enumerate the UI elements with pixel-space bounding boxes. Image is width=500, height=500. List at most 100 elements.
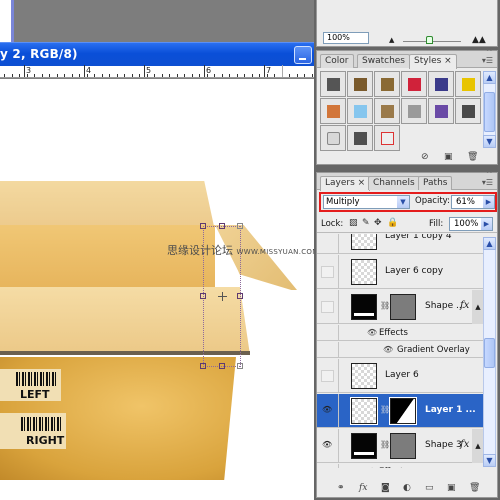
transform-handle[interactable]: [219, 363, 225, 369]
link-icon[interactable]: ⚭: [337, 483, 345, 493]
style-swatch-red-outline[interactable]: [374, 125, 400, 151]
styles-scrollbar[interactable]: ▲ ▼: [483, 71, 496, 148]
layer-row[interactable]: Layer 6 copy: [317, 255, 484, 289]
tab-paths[interactable]: Paths: [418, 176, 453, 190]
visibility-cell[interactable]: [317, 234, 339, 253]
style-swatch-purple[interactable]: [428, 98, 454, 124]
visibility-cell[interactable]: 👁: [317, 429, 339, 462]
lock-brush-icon[interactable]: ✎: [362, 218, 370, 228]
zoom-slider-thumb[interactable]: [426, 36, 434, 44]
style-swatch-light-blue[interactable]: [347, 98, 373, 124]
style-swatch-speckle[interactable]: [401, 98, 427, 124]
lock-move-icon[interactable]: ✥: [374, 218, 382, 228]
scroll-thumb[interactable]: [484, 92, 495, 132]
effect-item[interactable]: 👁 Gradient Overlay: [317, 342, 484, 358]
chevron-right-icon[interactable]: ▶: [483, 196, 494, 208]
tab-close-icon[interactable]: ×: [358, 178, 366, 188]
visibility-toggle[interactable]: [321, 266, 334, 278]
zoom-in-icon[interactable]: ▲▲: [472, 35, 486, 45]
fill-input[interactable]: 100% ▶: [449, 217, 493, 231]
lock-all-icon[interactable]: 🔒: [387, 218, 398, 228]
visibility-cell[interactable]: [317, 359, 339, 392]
trash-icon[interactable]: 🗑: [467, 152, 478, 162]
horizontal-ruler[interactable]: 3 4 5 6 7: [0, 65, 314, 78]
transform-handle[interactable]: [200, 293, 206, 299]
style-swatch-light-bevel[interactable]: [320, 125, 346, 151]
scroll-up-icon[interactable]: ▲: [483, 237, 496, 250]
style-swatch-bronze[interactable]: [374, 71, 400, 97]
transform-handle[interactable]: [237, 363, 243, 369]
eye-icon[interactable]: 👁: [322, 405, 332, 414]
transform-pivot-icon[interactable]: [218, 292, 227, 301]
visibility-toggle[interactable]: [321, 370, 334, 382]
transform-handle[interactable]: [237, 223, 243, 229]
layer-row[interactable]: 👁 ⛓ Shape 3 fx ▲: [317, 429, 484, 463]
document-title: y 2, RGB/8): [0, 47, 78, 61]
link-icon[interactable]: ⛓: [380, 440, 390, 449]
eye-icon[interactable]: 👁: [322, 440, 332, 449]
layer-row[interactable]: 👁 ⛓ Layer 1 ...: [317, 394, 484, 428]
fx-icon[interactable]: fx: [460, 300, 469, 311]
zoom-out-icon[interactable]: ▲: [389, 36, 394, 44]
fill-label: Fill:: [429, 219, 444, 229]
chevron-down-icon[interactable]: ▼: [397, 196, 409, 208]
fx-icon[interactable]: fx: [460, 439, 469, 450]
link-icon[interactable]: ⛓: [380, 405, 390, 414]
tab-channels[interactable]: Channels: [368, 176, 420, 190]
visibility-cell[interactable]: [317, 255, 339, 288]
transform-handle[interactable]: [200, 223, 206, 229]
new-style-icon[interactable]: ▣: [444, 152, 453, 162]
mask-icon[interactable]: ◙: [381, 483, 390, 493]
layer-row[interactable]: Layer 1 copy 4: [317, 234, 484, 254]
trash-icon[interactable]: 🗑: [469, 483, 480, 493]
layer-row[interactable]: Layer 6: [317, 359, 484, 393]
style-swatch-charcoal[interactable]: [347, 125, 373, 151]
style-swatch-sky-landscape[interactable]: [374, 98, 400, 124]
visibility-cell[interactable]: [317, 290, 339, 323]
tab-close-icon[interactable]: ×: [444, 56, 452, 66]
layers-scrollbar[interactable]: ▲ ▼: [483, 237, 496, 467]
transform-handle[interactable]: [200, 363, 206, 369]
style-swatch-dark-gray[interactable]: [455, 98, 481, 124]
chevron-right-icon[interactable]: ▶: [481, 218, 492, 230]
document-canvas[interactable]: LEFT RIGHT 思缘设计论坛 WWW.MISSYUAN.COM: [0, 79, 314, 500]
clear-style-icon[interactable]: ⊘: [421, 152, 429, 162]
scroll-thumb[interactable]: [484, 338, 495, 368]
scroll-down-icon[interactable]: ▼: [483, 135, 496, 148]
style-swatch-gold[interactable]: [455, 71, 481, 97]
link-icon[interactable]: ⛓: [380, 301, 390, 310]
eye-icon[interactable]: 👁: [383, 345, 393, 354]
tab-layers[interactable]: Layers ×: [320, 176, 371, 191]
fx-icon[interactable]: fx: [359, 483, 367, 493]
opacity-input[interactable]: 61% ▶: [451, 195, 495, 209]
scroll-up-icon[interactable]: ▲: [483, 71, 496, 84]
effects-row[interactable]: 👁Effects: [317, 325, 484, 341]
zoom-input[interactable]: 100%: [323, 32, 369, 44]
blend-mode-select[interactable]: Multiply ▼: [323, 195, 410, 209]
visibility-toggle[interactable]: [321, 301, 334, 313]
panel-menu-icon[interactable]: ▾☰: [482, 178, 493, 187]
eye-icon[interactable]: 👁: [367, 467, 377, 468]
minimize-button[interactable]: [294, 46, 312, 64]
style-swatch-brown[interactable]: [347, 71, 373, 97]
style-swatch-multicolor[interactable]: [428, 71, 454, 97]
transform-handle[interactable]: [219, 223, 225, 229]
lock-transparency-icon[interactable]: ▨: [349, 218, 358, 228]
transform-handle[interactable]: [237, 293, 243, 299]
style-swatch-dark-gradient[interactable]: [320, 71, 346, 97]
tab-color[interactable]: Color: [320, 54, 354, 68]
tab-styles[interactable]: Styles ×: [409, 54, 457, 69]
eye-icon[interactable]: 👁: [367, 328, 377, 337]
document-titlebar[interactable]: y 2, RGB/8): [0, 42, 314, 66]
group-icon[interactable]: ▭: [425, 483, 434, 493]
effects-row[interactable]: 👁Effects: [317, 464, 484, 468]
visibility-cell[interactable]: 👁: [317, 394, 339, 427]
style-swatch-red-stripe[interactable]: [401, 71, 427, 97]
adjustment-icon[interactable]: ◐: [403, 483, 411, 493]
layer-row[interactable]: ⛓ Shape ... fx ▲: [317, 290, 484, 324]
scroll-down-icon[interactable]: ▼: [483, 454, 496, 467]
new-layer-icon[interactable]: ▣: [447, 483, 456, 493]
panel-menu-icon[interactable]: ▾☰: [482, 56, 493, 65]
style-swatch-orange-sunset[interactable]: [320, 98, 346, 124]
tab-swatches[interactable]: Swatches: [357, 54, 410, 68]
